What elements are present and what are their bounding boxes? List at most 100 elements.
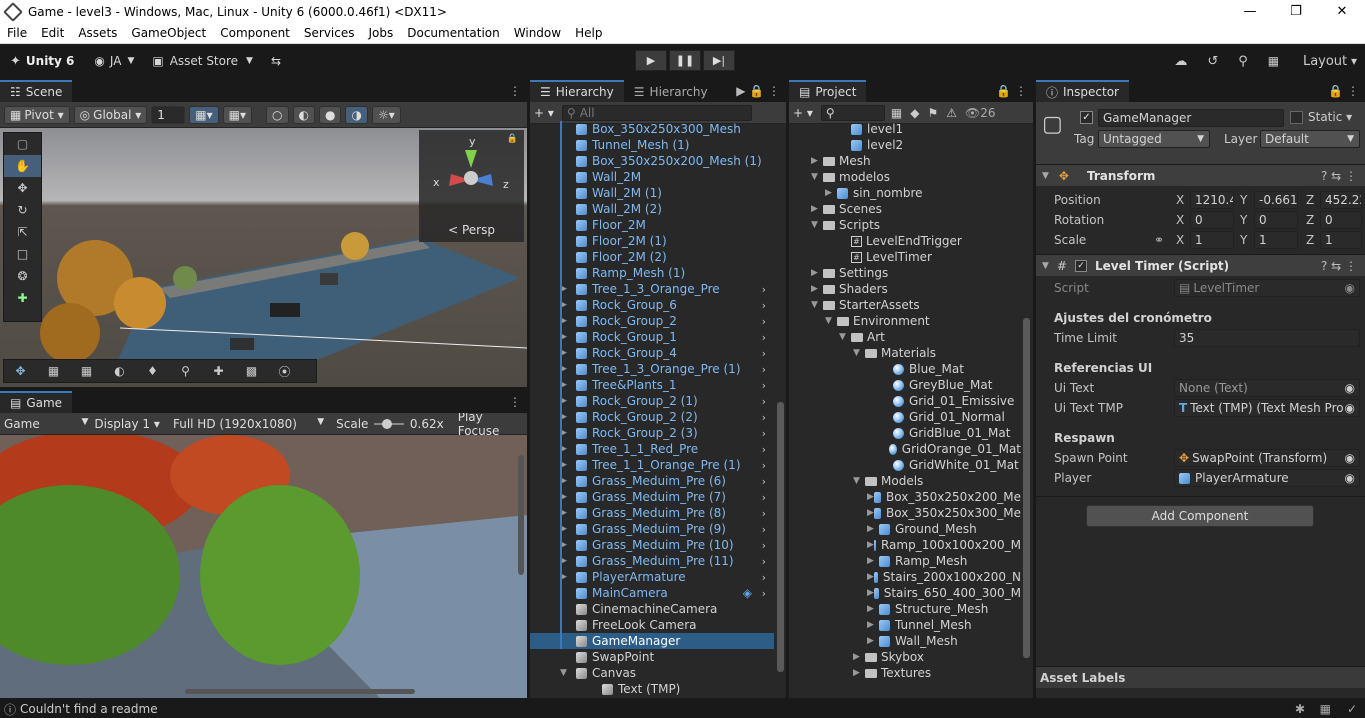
object-picker-icon[interactable]: ◉ <box>1344 401 1355 415</box>
expand-down-icon[interactable]: ▼ <box>811 220 823 230</box>
scale-y-input[interactable]: 1 <box>1254 231 1298 249</box>
project-item[interactable]: ▶ Structure_Mesh <box>789 601 1021 617</box>
hierarchy-item[interactable]: Tunnel_Mesh (1) <box>530 137 774 153</box>
project-item[interactable]: Blue_Mat <box>789 361 1021 377</box>
scale-z-input[interactable]: 1 <box>1320 231 1362 249</box>
hierarchy-item[interactable]: ▶ Rock_Group_2 (1) › <box>530 393 774 409</box>
hierarchy-item[interactable]: CinemachineCamera <box>530 601 774 617</box>
panel-menu-icon[interactable]: ⋮ <box>509 84 521 98</box>
project-item[interactable]: ▶ Settings <box>789 265 1021 281</box>
expand-down-icon[interactable]: ▼ <box>839 332 851 342</box>
position-y-input[interactable]: -0.661' <box>1254 191 1298 209</box>
expand-right-icon[interactable]: ▶ <box>867 524 879 534</box>
project-item[interactable]: Grid_01_Emissive <box>789 393 1021 409</box>
hierarchy-item[interactable]: ▶ Grass_Meduim_Pre (10) › <box>530 537 774 553</box>
tab-project[interactable]: ▤ Project <box>789 80 867 102</box>
open-prefab-chevron-icon[interactable]: › <box>762 411 766 424</box>
project-item[interactable]: ▼ modelos <box>789 169 1021 185</box>
time-limit-input[interactable]: 35 <box>1174 329 1360 347</box>
expand-right-icon[interactable]: ▶ <box>867 572 874 582</box>
hierarchy-item[interactable]: ▶ Rock_Group_4 › <box>530 345 774 361</box>
project-item[interactable]: level1 <box>789 121 1021 137</box>
panel-menu-icon[interactable]: 🔒 ⋮ <box>996 84 1027 98</box>
project-item[interactable]: level2 <box>789 137 1021 153</box>
hierarchy-scrollbar[interactable] <box>777 402 784 672</box>
filter-label-icon[interactable]: ◆ <box>910 106 919 120</box>
constrain-link-icon[interactable]: ⚭ <box>1154 233 1164 247</box>
project-item[interactable]: ▶ Stairs_650_400_300_M <box>789 585 1021 601</box>
hierarchy-item[interactable]: ▶ Tree_1_1_Orange_Pre (1) › <box>530 457 774 473</box>
pause-button[interactable]: ❚❚ <box>669 50 701 71</box>
panel-menu-icon[interactable]: ⋮ <box>509 395 521 409</box>
project-item[interactable]: ▶ Shaders <box>789 281 1021 297</box>
menu-gameobject[interactable]: GameObject <box>124 26 213 40</box>
tab-game[interactable]: ▤ Game <box>0 391 73 413</box>
expand-right-icon[interactable]: ▶ <box>811 268 823 278</box>
transform-header[interactable]: ▼ ✥ Transform ? ⇆ ⋮ <box>1036 164 1365 186</box>
open-prefab-chevron-icon[interactable]: › <box>762 555 766 568</box>
expand-right-icon[interactable]: ▶ <box>867 620 879 630</box>
spawn-point-field[interactable]: ✥ SwapPoint (Transform) ◉ <box>1174 449 1360 467</box>
player-field[interactable]: PlayerArmature ◉ <box>1174 469 1360 487</box>
hierarchy-item[interactable]: ▶ Grass_Meduim_Pre (11) › <box>530 553 774 569</box>
project-item[interactable]: GreyBlue_Mat <box>789 377 1021 393</box>
open-prefab-chevron-icon[interactable]: › <box>762 587 766 600</box>
open-prefab-chevron-icon[interactable]: › <box>762 283 766 296</box>
project-item[interactable]: # LevelTimer <box>789 249 1021 265</box>
expand-right-icon[interactable]: ▶ <box>811 156 823 166</box>
expand-right-icon[interactable]: ▶ <box>867 604 879 614</box>
project-item[interactable]: ▶ Ramp_Mesh <box>789 553 1021 569</box>
project-item[interactable]: ▶ Wall_Mesh <box>789 633 1021 649</box>
hierarchy-item[interactable]: Wall_2M <box>530 169 774 185</box>
project-item[interactable]: ▶ Box_350x250x200_Me <box>789 489 1021 505</box>
project-create-button[interactable]: + ▾ <box>793 106 813 120</box>
display-dropdown[interactable]: Display 1 ▾ <box>94 417 173 431</box>
open-prefab-chevron-icon[interactable]: › <box>762 571 766 584</box>
hierarchy-item[interactable]: Ramp_Mesh (1) <box>530 265 774 281</box>
rotation-x-input[interactable]: 0 <box>1190 211 1234 229</box>
game-viewport[interactable] <box>0 435 527 698</box>
hierarchy-item[interactable]: ▶ Rock_Group_2 (3) › <box>530 425 774 441</box>
project-item[interactable]: ▶ sin_nombre <box>789 185 1021 201</box>
draw-mode-shaded-icon[interactable]: ● <box>318 105 342 124</box>
expand-down-icon[interactable]: ▼ <box>853 348 865 358</box>
menu-jobs[interactable]: Jobs <box>362 26 401 40</box>
hierarchy-item[interactable]: ▶ Tree&Plants_1 › <box>530 377 774 393</box>
object-picker-icon[interactable]: ◉ <box>1345 471 1355 485</box>
menu-window[interactable]: Window <box>507 26 568 40</box>
project-item[interactable]: ▶ Scenes <box>789 201 1021 217</box>
project-item[interactable]: ▼ Scripts <box>789 217 1021 233</box>
project-item[interactable]: ▼ Materials <box>789 345 1021 361</box>
account-dropdown[interactable]: ◉ JA ▼ <box>94 54 134 68</box>
hierarchy-item[interactable]: Wall_2M (1) <box>530 185 774 201</box>
expand-right-icon[interactable]: ▶ <box>867 636 879 646</box>
paint-icon[interactable]: ♦ <box>136 364 169 378</box>
static-dropdown[interactable]: Static ▾ <box>1308 110 1352 124</box>
scale-tool-icon[interactable]: ⇱ <box>4 221 41 243</box>
rotation-z-input[interactable]: 0 <box>1320 211 1362 229</box>
maximize-button[interactable]: ❐ <box>1273 0 1319 23</box>
open-prefab-chevron-icon[interactable]: › <box>762 347 766 360</box>
tab-inspector[interactable]: ⓘ Inspector <box>1036 80 1129 102</box>
menu-file[interactable]: File <box>0 26 34 40</box>
hierarchy-item[interactable]: Wall_2M (2) <box>530 201 774 217</box>
project-item[interactable]: ▶ Skybox <box>789 649 1021 665</box>
open-prefab-chevron-icon[interactable]: › <box>762 491 766 504</box>
history-icon[interactable]: ↺ <box>1207 54 1218 69</box>
menu-services[interactable]: Services <box>297 26 362 40</box>
hierarchy-item[interactable]: Floor_2M (2) <box>530 249 774 265</box>
project-item[interactable]: GridWhite_01_Mat <box>789 457 1021 473</box>
expand-right-icon[interactable]: ▶ <box>825 188 837 198</box>
expand-right-icon[interactable]: ▶ <box>867 540 874 550</box>
check-icon[interactable]: ✓ <box>1347 702 1357 716</box>
lock-icon[interactable]: 🔒 <box>507 134 518 144</box>
expand-down-icon[interactable]: ▼ <box>825 316 837 326</box>
open-prefab-chevron-icon[interactable]: › <box>762 395 766 408</box>
menu-component[interactable]: Component <box>213 26 297 40</box>
project-item[interactable]: ▼ Environment <box>789 313 1021 329</box>
hierarchy-item[interactable]: Text (TMP) <box>530 681 774 697</box>
open-prefab-chevron-icon[interactable]: › <box>762 331 766 344</box>
hierarchy-item[interactable]: SwapPoint <box>530 649 774 665</box>
open-prefab-chevron-icon[interactable]: › <box>762 299 766 312</box>
menu-edit[interactable]: Edit <box>34 26 71 40</box>
